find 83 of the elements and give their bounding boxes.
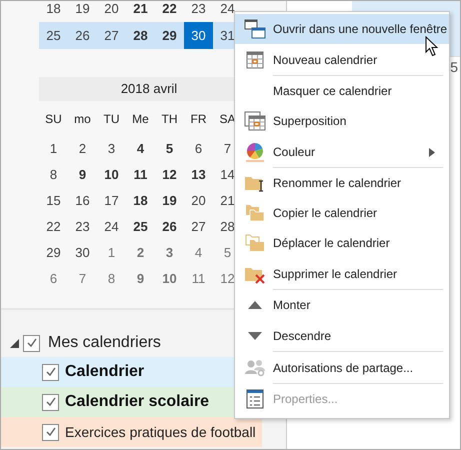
calendar-item[interactable]: Exercices pratiques de football bbox=[1, 417, 262, 447]
calendar-day[interactable]: 1 bbox=[97, 239, 126, 266]
calendar-day[interactable]: 11 bbox=[126, 161, 155, 188]
weekday-label: TU bbox=[102, 112, 120, 126]
checkbox[interactable] bbox=[42, 424, 59, 440]
calendar-day[interactable]: 20 bbox=[97, 1, 126, 22]
menu-item[interactable]: Déplacer le calendrier bbox=[235, 228, 449, 258]
checkbox[interactable] bbox=[42, 364, 59, 380]
calendar-day[interactable]: 25 bbox=[39, 22, 68, 49]
calendar-day[interactable]: 17 bbox=[97, 187, 126, 214]
menu-item[interactable]: Renommer le calendrier bbox=[235, 168, 449, 198]
checkmark-icon bbox=[44, 365, 58, 379]
calendar-day[interactable]: 24 bbox=[97, 213, 126, 240]
checkbox[interactable] bbox=[42, 394, 59, 410]
group-label: Mes calendriers bbox=[48, 334, 161, 352]
calendar-day[interactable]: 30 bbox=[184, 22, 213, 49]
calendar-day[interactable]: 4 bbox=[184, 239, 213, 266]
expand-arrow-icon[interactable] bbox=[10, 338, 19, 348]
weekday-label: TH bbox=[160, 112, 178, 126]
cursor-icon bbox=[425, 36, 439, 57]
calendar-day[interactable]: 9 bbox=[68, 161, 97, 188]
calendar-day[interactable]: 8 bbox=[39, 161, 68, 188]
calendar-day[interactable]: 18 bbox=[126, 187, 155, 214]
calendar-day[interactable]: 3 bbox=[97, 135, 126, 162]
calendar-day[interactable]: 21 bbox=[126, 1, 155, 22]
menu-item[interactable]: Ouvrir dans une nouvelle fenêtre bbox=[235, 14, 449, 44]
pie-chart-icon bbox=[245, 142, 265, 162]
calendar-day[interactable]: 23 bbox=[184, 1, 213, 22]
calendar-day[interactable]: 2 bbox=[68, 135, 97, 162]
menu-item[interactable]: Superposition bbox=[235, 106, 449, 136]
calendar-day[interactable]: 13 bbox=[184, 161, 213, 188]
calendar-day[interactable]: 19 bbox=[68, 1, 97, 22]
calendar-icon bbox=[246, 51, 264, 69]
folders-icon bbox=[245, 203, 265, 223]
calendar-day[interactable]: 6 bbox=[39, 265, 68, 292]
calendar-day[interactable]: 28 bbox=[126, 22, 155, 49]
calendar-day[interactable]: 1 bbox=[39, 135, 68, 162]
weekday-label: FR bbox=[190, 112, 208, 126]
weekday-label: SU bbox=[44, 112, 63, 126]
calendar-day[interactable]: 26 bbox=[155, 213, 184, 240]
calendar-day[interactable]: 16 bbox=[68, 187, 97, 214]
people-icon bbox=[245, 359, 265, 377]
calendar-day[interactable]: 30 bbox=[68, 239, 97, 266]
calendar-day[interactable]: 20 bbox=[184, 187, 213, 214]
calendar-day[interactable]: 12 bbox=[155, 161, 184, 188]
calendar-day[interactable]: 18 bbox=[39, 1, 68, 22]
calendar-day[interactable]: 5 bbox=[155, 135, 184, 162]
calendar-day[interactable]: 29 bbox=[39, 239, 68, 266]
calendar-day[interactable]: 27 bbox=[97, 22, 126, 49]
list-icon bbox=[246, 389, 264, 409]
calendar-overlay-icon bbox=[244, 111, 266, 131]
calendar-day[interactable]: 4 bbox=[126, 135, 155, 162]
calendar-day[interactable]: 6 bbox=[184, 135, 213, 162]
weekday-label: mo bbox=[73, 112, 92, 126]
menu-item[interactable]: Monter bbox=[235, 290, 449, 320]
calendar-day[interactable]: 22 bbox=[155, 1, 184, 22]
calendar-day[interactable]: 23 bbox=[68, 213, 97, 240]
calendar-day[interactable]: 10 bbox=[155, 265, 184, 292]
up-triangle-icon bbox=[248, 301, 262, 309]
checkmark-icon bbox=[24, 336, 38, 350]
calendar-day[interactable]: 9 bbox=[126, 265, 155, 292]
calendar-day[interactable]: 3 bbox=[155, 239, 184, 266]
calendar-day[interactable]: 26 bbox=[68, 22, 97, 49]
calendar-day[interactable]: 15 bbox=[39, 187, 68, 214]
windows-icon bbox=[244, 19, 266, 39]
date-number: 5 bbox=[450, 59, 458, 75]
calendar-day[interactable]: 27 bbox=[184, 213, 213, 240]
calendar-day[interactable]: 11 bbox=[184, 265, 213, 292]
checkmark-icon bbox=[44, 395, 58, 409]
calendar-day[interactable]: 10 bbox=[97, 161, 126, 188]
calendar-day[interactable]: 8 bbox=[97, 265, 126, 292]
weekday-label: Me bbox=[131, 112, 150, 126]
folders-icon bbox=[245, 233, 265, 253]
calendar-day[interactable]: 19 bbox=[155, 187, 184, 214]
calendar-day[interactable]: 22 bbox=[39, 213, 68, 240]
checkmark-icon bbox=[44, 425, 58, 439]
menu-item[interactable]: Copier le calendrier bbox=[235, 198, 449, 228]
calendar-day[interactable]: 29 bbox=[155, 22, 184, 49]
calendar-day[interactable]: 7 bbox=[68, 265, 97, 292]
calendar-day[interactable]: 25 bbox=[126, 213, 155, 240]
down-triangle-icon bbox=[248, 332, 262, 340]
calendar-day[interactable]: 2 bbox=[126, 239, 155, 266]
checkbox[interactable] bbox=[23, 334, 40, 352]
